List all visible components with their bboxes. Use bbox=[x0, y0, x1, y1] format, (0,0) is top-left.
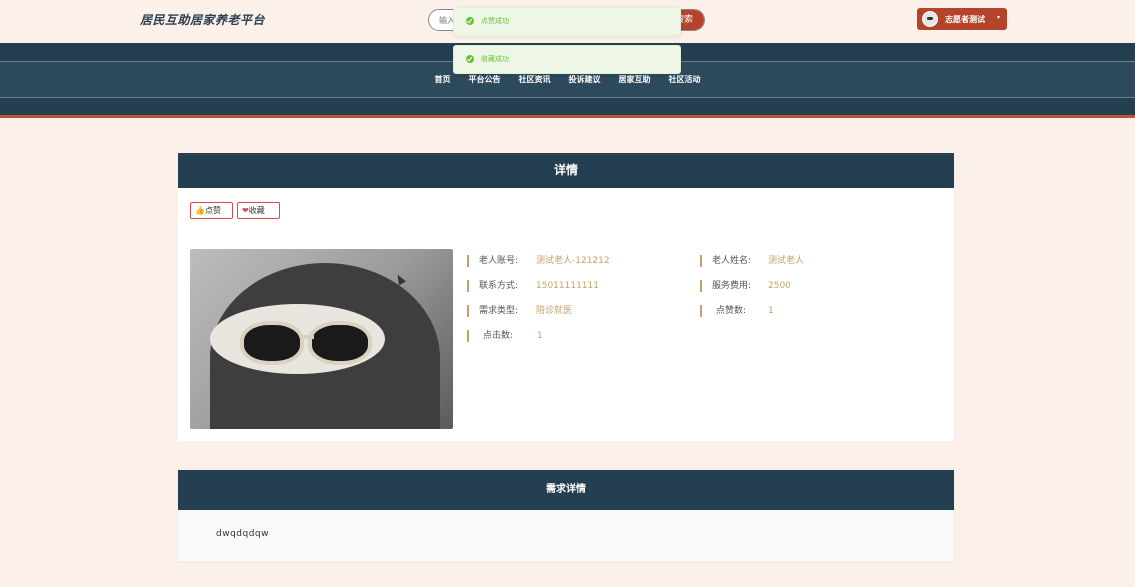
toast-like-success: 点赞成功 bbox=[453, 7, 681, 36]
like-label: 点赞 bbox=[204, 206, 221, 215]
field-contact: 联系方式: 15011111111 bbox=[467, 279, 687, 293]
chevron-down-icon: ▾ bbox=[997, 14, 1001, 21]
like-button[interactable]: 👍点赞 bbox=[190, 202, 233, 219]
field-demand-type: 需求类型: 陪诊就医 bbox=[467, 304, 687, 318]
field-label: 点赞数: bbox=[716, 306, 747, 316]
toast-favorite-success: 收藏成功 bbox=[453, 45, 681, 74]
toast-text: 点赞成功 bbox=[481, 17, 509, 25]
field-elder-account: 老人账号: 测试老人-121212 bbox=[467, 254, 687, 268]
field-value: 测试老人 bbox=[768, 256, 805, 266]
heart-icon: ❤ bbox=[242, 206, 249, 215]
field-label: 点击数: bbox=[483, 331, 514, 341]
user-menu-button[interactable]: 志愿者测试 ▾ bbox=[917, 8, 1007, 30]
nav-item-complaints[interactable]: 投诉建议 bbox=[569, 74, 601, 85]
requirement-card: 需求详情 dwqdqdqw bbox=[178, 470, 954, 561]
site-title[interactable]: 居民互助居家养老平台 bbox=[140, 11, 265, 28]
field-value: 陪诊就医 bbox=[536, 306, 573, 316]
requirement-title: 需求详情 bbox=[178, 470, 954, 510]
field-marker bbox=[700, 280, 702, 292]
nav-accent-line bbox=[0, 115, 1135, 118]
field-marker bbox=[467, 305, 469, 317]
field-marker bbox=[700, 305, 702, 317]
nav-band-bottom bbox=[0, 97, 1135, 115]
field-label: 老人姓名: bbox=[712, 256, 752, 266]
nav-divider-bottom bbox=[0, 97, 1135, 98]
field-value: 1 bbox=[537, 331, 543, 341]
check-circle-icon bbox=[466, 17, 474, 25]
nav-item-announcements[interactable]: 平台公告 bbox=[469, 74, 501, 85]
field-label: 需求类型: bbox=[479, 306, 519, 316]
field-marker bbox=[700, 255, 702, 267]
photo-glasses-left bbox=[240, 321, 304, 365]
field-marker bbox=[467, 330, 469, 342]
field-click-count: 点击数: 1 bbox=[467, 329, 687, 343]
field-marker bbox=[467, 255, 469, 267]
field-service-fee: 服务费用: 2500 bbox=[700, 279, 920, 293]
field-value: 1 bbox=[768, 306, 774, 316]
thumbs-up-icon: 👍 bbox=[195, 206, 205, 215]
field-value: 15011111111 bbox=[536, 281, 599, 291]
detail-card: 详情 👍点赞 ❤收藏 老人账号: 测试老人-121212 老人姓名: 测试老人 … bbox=[178, 153, 954, 441]
toast-text: 收藏成功 bbox=[481, 55, 509, 63]
detail-title: 详情 bbox=[178, 153, 954, 188]
avatar bbox=[922, 11, 938, 27]
field-value: 测试老人-121212 bbox=[536, 256, 610, 266]
detail-photo bbox=[190, 249, 453, 429]
favorite-button[interactable]: ❤收藏 bbox=[237, 202, 280, 219]
photo-glasses-bridge bbox=[300, 335, 314, 339]
check-circle-icon bbox=[466, 55, 474, 63]
nav-item-activities[interactable]: 社区活动 bbox=[669, 74, 701, 85]
nav-item-home-help[interactable]: 居家互助 bbox=[619, 74, 651, 85]
nav-item-news[interactable]: 社区资讯 bbox=[519, 74, 551, 85]
field-label: 老人账号: bbox=[479, 256, 519, 266]
nav-items: 首页 平台公告 社区资讯 投诉建议 居家互助 社区活动 bbox=[0, 74, 1135, 85]
user-name: 志愿者测试 bbox=[945, 15, 985, 24]
field-elder-name: 老人姓名: 测试老人 bbox=[700, 254, 920, 268]
field-value: 2500 bbox=[768, 281, 791, 291]
requirement-content: dwqdqdqw bbox=[216, 529, 269, 539]
field-label: 联系方式: bbox=[479, 281, 519, 291]
field-marker bbox=[467, 280, 469, 292]
nav-item-home[interactable]: 首页 bbox=[435, 74, 451, 85]
favorite-label: 收藏 bbox=[248, 206, 265, 215]
photo-glasses-right bbox=[308, 321, 372, 365]
field-label: 服务费用: bbox=[712, 281, 752, 291]
field-like-count: 点赞数: 1 bbox=[700, 304, 920, 318]
